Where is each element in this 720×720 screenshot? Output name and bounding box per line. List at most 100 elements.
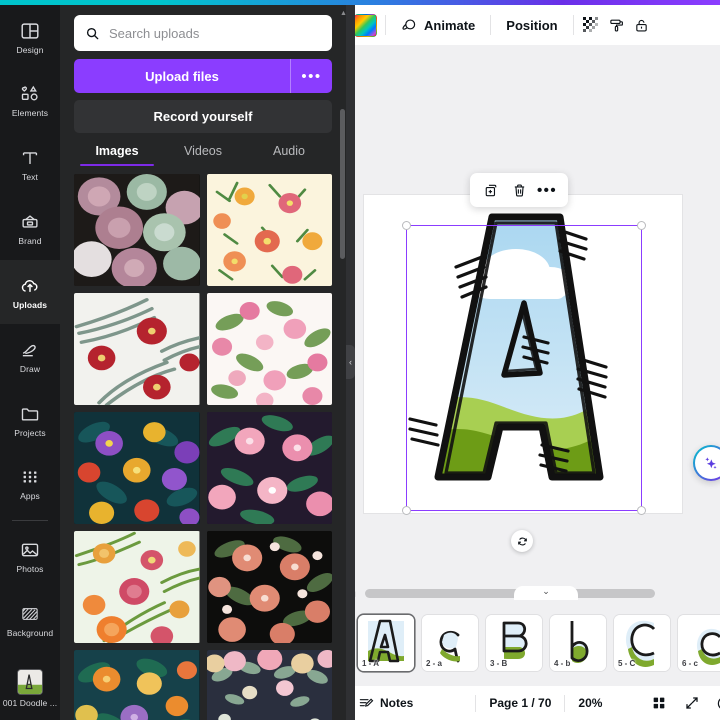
resize-handle-top-right[interactable] (637, 221, 646, 230)
sidebar-item-uploads[interactable]: Uploads (0, 260, 60, 325)
sidebar-item-label: Brand (18, 236, 42, 247)
duplicate-icon (485, 184, 496, 196)
rainbow-color-swatch[interactable] (354, 13, 377, 37)
animate-button[interactable]: Animate (394, 12, 482, 39)
upload-thumbnail[interactable] (74, 531, 200, 643)
bottom-divider (564, 694, 566, 712)
page-thumbnail[interactable]: 4 - b (550, 615, 606, 671)
sidebar-item-text[interactable]: Text (0, 133, 60, 197)
sidebar-item-label: Text (22, 172, 38, 183)
hscroll-thumb[interactable] (365, 589, 655, 598)
resize-handle-top-left[interactable] (402, 221, 411, 230)
upload-files-button[interactable]: Upload files ••• (74, 59, 332, 93)
page-thumbnail[interactable]: 3 - B (486, 615, 542, 671)
sidebar-item-label: Elements (11, 108, 49, 119)
position-button[interactable]: Position (499, 13, 564, 38)
upload-thumbnail[interactable] (206, 174, 332, 286)
more-options-label: ••• (537, 181, 557, 199)
search-input[interactable]: Search uploads (74, 15, 332, 51)
upload-thumbnail[interactable] (74, 650, 200, 720)
upload-thumbnail[interactable] (206, 531, 332, 643)
magic-studio-button[interactable] (693, 445, 720, 481)
lock-button[interactable] (632, 16, 651, 35)
more-options-button[interactable]: ••• (534, 177, 560, 203)
upload-thumbnail[interactable] (206, 412, 332, 524)
collapse-pages-button[interactable]: ⌄ (514, 586, 578, 600)
rail-divider (12, 519, 48, 521)
toolbar-divider (572, 15, 574, 35)
tab-label: Audio (273, 144, 305, 158)
page-thumbnail[interactable]: 2 - a (422, 615, 478, 671)
design-thumbnail-icon (17, 668, 43, 695)
sidebar-item-design[interactable]: Design (0, 5, 60, 69)
upload-thumbnail[interactable] (74, 412, 200, 524)
search-placeholder: Search uploads (109, 25, 200, 41)
sidebar-item-elements[interactable]: Elements (0, 69, 60, 133)
page-thumbnail[interactable]: 1 - A (358, 615, 414, 671)
search-icon (86, 27, 99, 39)
sidebar-item-photos[interactable]: Photos (0, 524, 60, 588)
sidebar-item-label: Photos (16, 564, 44, 575)
photo-icon (21, 543, 39, 557)
sidebar-item-apps[interactable]: Apps (0, 452, 60, 516)
record-yourself-button[interactable]: Record yourself (74, 100, 332, 133)
sidebar-item-label: Background (6, 627, 54, 638)
fullscreen-button[interactable] (682, 694, 701, 713)
resize-handle-bottom-right[interactable] (637, 506, 646, 515)
upload-cloud-icon (21, 279, 38, 292)
upload-thumbnail[interactable] (74, 293, 200, 405)
panel-scroll-thumb[interactable] (340, 109, 345, 259)
transparency-button[interactable] (582, 16, 601, 35)
position-label: Position (506, 17, 558, 33)
animate-icon (402, 18, 416, 30)
delete-button[interactable] (506, 177, 532, 203)
sidebar-item-brand[interactable]: Brand (0, 196, 60, 260)
sidebar-item-projects[interactable]: Projects (0, 388, 60, 452)
sidebar-item-draw[interactable]: Draw (0, 324, 60, 388)
upload-more-button[interactable]: ••• (290, 59, 332, 93)
rotate-handle[interactable] (511, 530, 533, 552)
upload-files-label: Upload files (145, 68, 219, 84)
tab-label: Images (95, 144, 139, 158)
zoom-control[interactable]: 20% (578, 696, 602, 710)
panel-scrollbar[interactable]: ▲ (340, 10, 346, 710)
upload-thumbnail[interactable] (74, 174, 200, 286)
help-button[interactable] (715, 694, 720, 713)
tab-videos[interactable]: Videos (160, 144, 246, 166)
notes-button[interactable]: Notes (358, 695, 413, 711)
lock-icon (635, 19, 647, 31)
resize-handle-bottom-left[interactable] (402, 506, 411, 515)
sidebar-item-current-design[interactable]: 001 Doodle ... (0, 656, 60, 720)
page-thumbnail-label: 6 - c (682, 659, 699, 668)
scroll-up-arrow[interactable]: ▲ (340, 10, 346, 18)
sidebar-item-label: Apps (20, 491, 40, 502)
background-icon (22, 608, 38, 620)
page-thumbnail-strip[interactable]: 1 - A 2 - a 3 - B 4 - b 5 - C 6 - c (346, 600, 720, 686)
page-thumbnail[interactable]: 6 - c (678, 615, 720, 671)
help-icon (717, 698, 720, 708)
record-yourself-label: Record yourself (153, 109, 253, 124)
paint-roller-icon (609, 19, 623, 32)
canvas-horizontal-scrollbar[interactable]: ◀ ▶ ⌄ (346, 586, 720, 600)
panel-scroll-track[interactable] (340, 19, 345, 701)
top-gradient-bar (0, 0, 720, 5)
sidebar-item-background[interactable]: Background (0, 588, 60, 652)
upload-thumbnail[interactable] (206, 293, 332, 405)
tab-images[interactable]: Images (74, 144, 160, 166)
tab-label: Videos (184, 144, 222, 158)
selection-bounding-box[interactable] (402, 221, 646, 515)
bottom-bar: Notes Page 1 / 70 20% (346, 686, 720, 720)
canvas-area[interactable]: ••• ⌄ (346, 45, 720, 600)
paint-roller-button[interactable] (607, 16, 626, 35)
page-indicator-label: Page 1 / 70 (489, 696, 552, 710)
page-indicator[interactable]: Page 1 / 70 (489, 696, 551, 710)
page-thumbnail[interactable]: 5 - C (614, 615, 670, 671)
animate-label: Animate (424, 17, 476, 33)
duplicate-button[interactable] (478, 177, 504, 203)
trash-icon (514, 184, 524, 196)
tab-audio[interactable]: Audio (246, 144, 332, 166)
grid-view-button[interactable] (649, 694, 668, 713)
shapes-icon (21, 86, 38, 101)
upload-thumbnail[interactable] (206, 650, 332, 720)
collapse-panel-button[interactable]: ‹ (346, 345, 355, 379)
